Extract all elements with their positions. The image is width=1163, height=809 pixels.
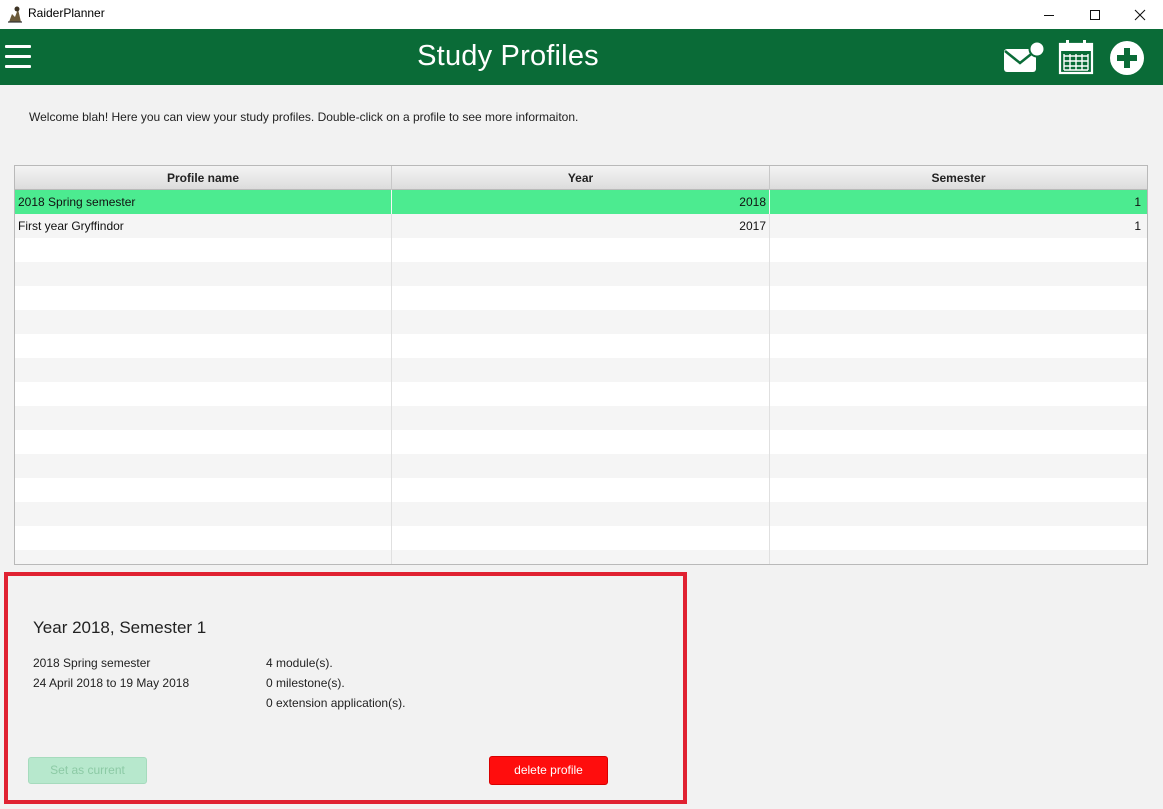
profile-detail-heading: Year 2018, Semester 1 [33, 618, 207, 637]
calendar-icon[interactable] [1058, 39, 1094, 75]
cell-year: 2017 [392, 214, 770, 238]
table-body: 2018 Spring semester 2018 1 First year G… [15, 190, 1147, 564]
maximize-icon[interactable] [1072, 0, 1118, 29]
mail-notification-icon[interactable] [1002, 40, 1046, 76]
table-row[interactable]: 2018 Spring semester 2018 1 [15, 190, 1147, 214]
delete-profile-button[interactable]: delete profile [489, 756, 608, 785]
cell-semester: 1 [1134, 195, 1141, 209]
empty-table-row [15, 334, 1147, 358]
cell-profile-name: 2018 Spring semester [15, 190, 392, 214]
profile-extension-count: 0 extension application(s). [266, 696, 406, 710]
minimize-icon[interactable] [1026, 0, 1072, 29]
cell-semester: 1 [1134, 219, 1141, 233]
column-header-profile-name[interactable]: Profile name [15, 166, 392, 190]
empty-table-row [15, 382, 1147, 406]
profile-detail-name: 2018 Spring semester [33, 656, 151, 670]
profile-detail-panel: Year 2018, Semester 1 2018 Spring semest… [4, 572, 687, 804]
study-profiles-table: Profile name Year Semester 2018 Spring s… [14, 165, 1148, 565]
empty-table-row [15, 478, 1147, 502]
empty-table-row [15, 550, 1147, 564]
empty-table-row [15, 238, 1147, 262]
window-title: RaiderPlanner [28, 6, 105, 20]
table-header: Profile name Year Semester [15, 166, 1147, 190]
empty-table-row [15, 430, 1147, 454]
profile-module-count: 4 module(s). [266, 656, 333, 670]
empty-table-row [15, 526, 1147, 550]
profile-detail-dates: 24 April 2018 to 19 May 2018 [33, 676, 190, 690]
column-header-year[interactable]: Year [392, 166, 770, 190]
empty-table-row [15, 502, 1147, 526]
empty-table-row [15, 406, 1147, 430]
page-title: Study Profiles [417, 40, 599, 72]
empty-table-row [15, 358, 1147, 382]
add-circle-icon[interactable] [1109, 40, 1145, 76]
profile-milestone-count: 0 milestone(s). [266, 676, 345, 690]
raider-app-icon [8, 6, 22, 23]
empty-table-row [15, 310, 1147, 334]
empty-table-row [15, 262, 1147, 286]
empty-table-row [15, 286, 1147, 310]
cell-profile-name: First year Gryffindor [15, 214, 392, 238]
window-title-bar: RaiderPlanner [0, 0, 1163, 29]
empty-table-row [15, 454, 1147, 478]
close-icon[interactable] [1117, 0, 1163, 29]
column-header-semester[interactable]: Semester [770, 166, 1147, 190]
set-as-current-button[interactable]: Set as current [28, 757, 147, 784]
welcome-message: Welcome blah! Here you can view your stu… [29, 110, 579, 124]
cell-year: 2018 [392, 190, 770, 214]
table-row[interactable]: First year Gryffindor 2017 1 [15, 214, 1147, 238]
